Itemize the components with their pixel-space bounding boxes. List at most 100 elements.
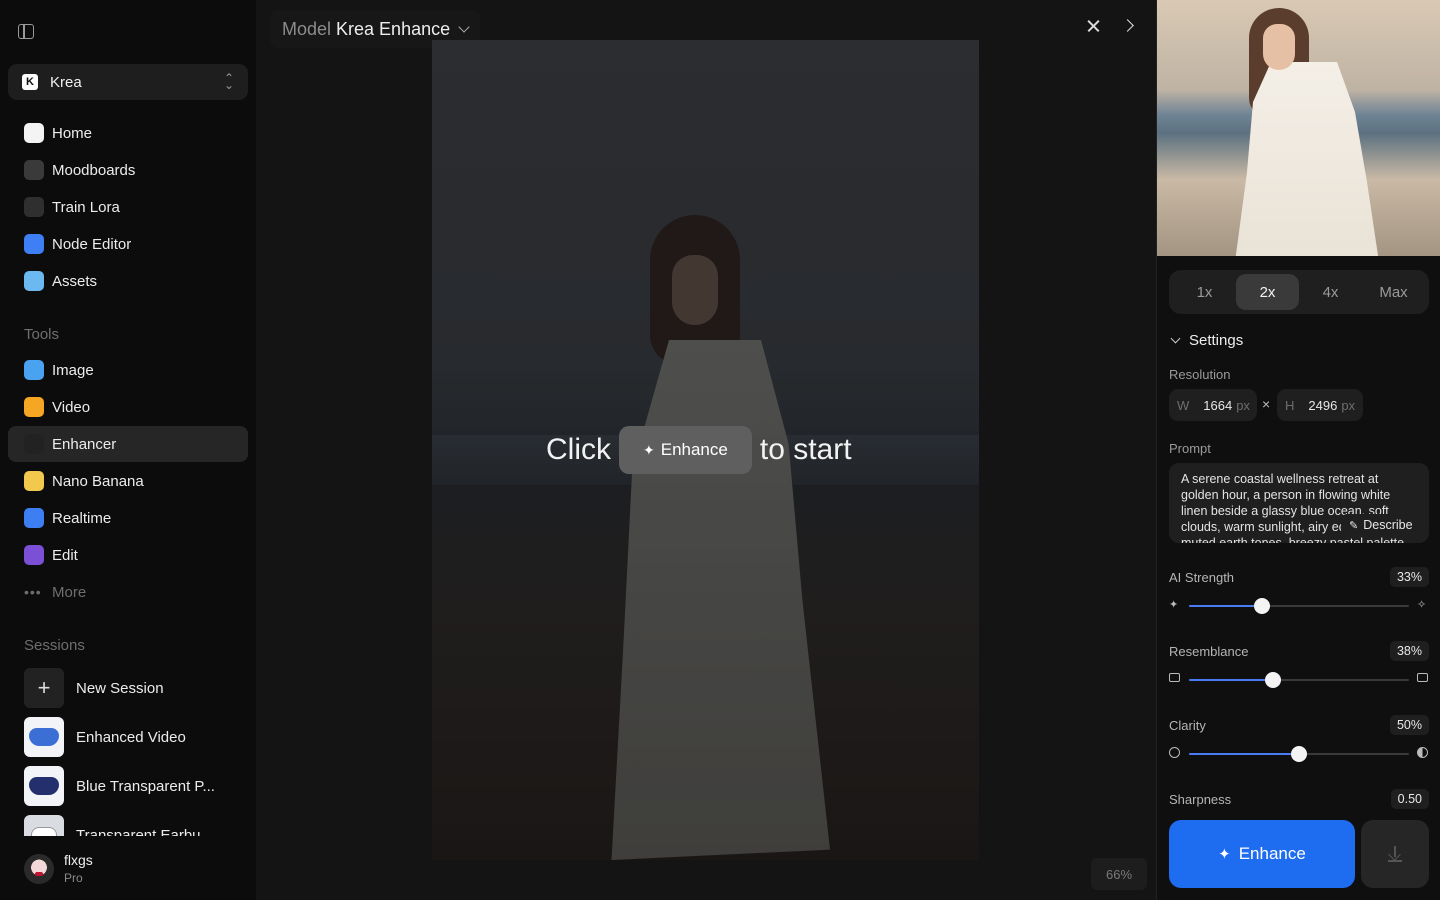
sidebar-item-video[interactable]: Video xyxy=(8,389,248,425)
sidebar-item-label: Moodboards xyxy=(52,161,136,179)
workspace-switcher[interactable]: K Krea ⌃ ⌄ xyxy=(8,64,248,100)
upscale-factor-selector: 1x 2x 4x Max xyxy=(1169,270,1429,314)
canvas: Model Krea Enhance Click ✦ Enhance to st… xyxy=(256,0,1156,900)
session-thumbnail xyxy=(24,766,64,806)
main-nav: Home Moodboards Train Lora Node Editor Asset… xyxy=(8,115,248,300)
resemblance-value[interactable]: 38% xyxy=(1389,641,1429,661)
clarity-row: Clarity 50% xyxy=(1169,714,1429,764)
session-thumbnail xyxy=(24,717,64,757)
close-icon[interactable] xyxy=(1082,14,1106,38)
resemblance-row: Resemblance 38% xyxy=(1169,640,1429,690)
tools-section-title: Tools xyxy=(24,326,60,343)
sidebar-item-assets[interactable]: Assets xyxy=(8,263,248,299)
clarity-slider[interactable] xyxy=(1189,746,1409,762)
sidebar-item-label: Video xyxy=(52,398,91,416)
sidebar-item-label: Edit xyxy=(52,546,78,564)
sharpness-value[interactable]: 0.50 xyxy=(1390,789,1429,809)
sidebar-toggle-icon[interactable] xyxy=(18,24,34,39)
resemblance-label: Resemblance xyxy=(1169,643,1249,659)
width-prefix: W xyxy=(1177,397,1190,413)
session-item[interactable]: Enhanced Video xyxy=(24,717,248,757)
clarity-handle[interactable] xyxy=(1291,746,1307,762)
clarity-value[interactable]: 50% xyxy=(1389,715,1429,735)
sidebar-item-realtime[interactable]: Realtime xyxy=(8,500,248,536)
sidebar-item-label: Train Lora xyxy=(52,198,120,216)
enhance-label: Enhance xyxy=(1238,844,1306,863)
sidebar-item-label: Image xyxy=(52,361,94,379)
session-item[interactable]: Transparent Earbu... xyxy=(24,815,248,836)
clarity-label: Clarity xyxy=(1169,717,1206,733)
zoom-level[interactable]: 66% xyxy=(1091,858,1147,890)
sessions-list: + New Session Enhanced Video Blue Transp… xyxy=(24,668,248,836)
enhance-settings-panel: 1x 2x 4x Max Settings Resolution W 1664 px … xyxy=(1156,0,1440,900)
plus-icon: + xyxy=(24,668,64,708)
scale-option-4x[interactable]: 4x xyxy=(1299,274,1362,310)
model-prefix: Model xyxy=(282,18,332,39)
chevron-down-icon xyxy=(458,20,470,33)
edit-icon xyxy=(24,545,44,565)
session-thumbnail xyxy=(24,815,64,836)
half-circle-icon xyxy=(1169,747,1181,759)
user-profile[interactable]: flxgs Pro xyxy=(24,852,93,885)
scale-option-1x[interactable]: 1x xyxy=(1173,274,1236,310)
images-stack-icon xyxy=(1417,673,1429,685)
tools-nav: Image Video Enhancer Nano Banana Realtime Edi… xyxy=(8,352,248,611)
prompt-label: Prompt xyxy=(1169,441,1211,456)
user-name: flxgs xyxy=(64,852,93,868)
video-icon xyxy=(24,397,44,417)
download-button[interactable] xyxy=(1361,820,1429,888)
inline-enhance-label: Enhance xyxy=(660,440,728,459)
download-icon xyxy=(1388,846,1402,862)
describe-icon: ✎ xyxy=(1349,519,1359,532)
height-field[interactable]: H 2496 px xyxy=(1277,389,1363,421)
describe-label: Describe xyxy=(1363,518,1413,532)
settings-toggle[interactable]: Settings xyxy=(1169,332,1243,349)
sparkle-icon: ✦ xyxy=(1218,846,1231,863)
start-prompt: Click ✦ Enhance to start xyxy=(546,426,852,474)
session-item[interactable]: Blue Transparent P... xyxy=(24,766,248,806)
resolution-label: Resolution xyxy=(1169,367,1231,382)
scale-option-max[interactable]: Max xyxy=(1362,274,1425,310)
sidebar-item-node-editor[interactable]: Node Editor xyxy=(8,226,248,262)
sidebar-item-edit[interactable]: Edit xyxy=(8,537,248,573)
sidebar-item-nano-banana[interactable]: Nano Banana xyxy=(8,463,248,499)
ai-strength-row: AI Strength 33% ✦ ✧ xyxy=(1169,566,1429,616)
resemblance-slider[interactable] xyxy=(1189,672,1409,688)
ai-strength-value[interactable]: 33% xyxy=(1389,567,1429,587)
describe-button[interactable]: ✎ Describe xyxy=(1341,514,1421,536)
resemblance-fill xyxy=(1189,679,1273,681)
sidebar-item-image[interactable]: Image xyxy=(8,352,248,388)
user-plan: Pro xyxy=(64,871,83,885)
session-label: Blue Transparent P... xyxy=(76,777,215,795)
app-window: K Krea ⌃ ⌄ Home Moodboards Train Lora Node E… xyxy=(0,0,1440,900)
sidebar-item-train-lora[interactable]: Train Lora xyxy=(8,189,248,225)
sidebar-item-moodboards[interactable]: Moodboards xyxy=(8,152,248,188)
sharpness-label: Sharpness xyxy=(1169,791,1232,807)
image-small-icon xyxy=(1169,673,1181,685)
ai-strength-handle[interactable] xyxy=(1253,598,1270,614)
contrast-full-icon xyxy=(1417,747,1429,759)
sidebar-item-enhancer[interactable]: Enhancer xyxy=(8,426,248,462)
times-icon: × xyxy=(1262,396,1271,412)
ai-strength-label: AI Strength xyxy=(1169,569,1235,585)
sidebar-item-home[interactable]: Home xyxy=(8,115,248,151)
session-label: Enhanced Video xyxy=(76,728,186,746)
train-lora-icon xyxy=(24,197,44,217)
new-session-button[interactable]: + New Session xyxy=(24,668,248,708)
sparkle-plus-icon: ✧ xyxy=(1417,599,1427,611)
chevron-right-icon[interactable] xyxy=(1118,14,1142,38)
height-prefix: H xyxy=(1285,397,1295,413)
enhance-button[interactable]: ✦ Enhance xyxy=(1169,820,1355,888)
ai-strength-fill xyxy=(1189,605,1262,607)
sidebar-item-more[interactable]: ••• More xyxy=(8,574,248,610)
scale-option-2x[interactable]: 2x xyxy=(1236,274,1299,310)
resemblance-handle[interactable] xyxy=(1264,672,1281,688)
session-label: New Session xyxy=(76,679,164,697)
more-dots-icon: ••• xyxy=(24,584,42,600)
moodboards-icon xyxy=(24,160,44,180)
inline-enhance-button[interactable]: ✦ Enhance xyxy=(619,426,752,474)
ai-strength-slider[interactable] xyxy=(1189,598,1409,614)
width-field[interactable]: W 1664 px xyxy=(1169,389,1257,421)
start-text-before: Click xyxy=(546,433,611,466)
home-icon xyxy=(24,123,44,143)
